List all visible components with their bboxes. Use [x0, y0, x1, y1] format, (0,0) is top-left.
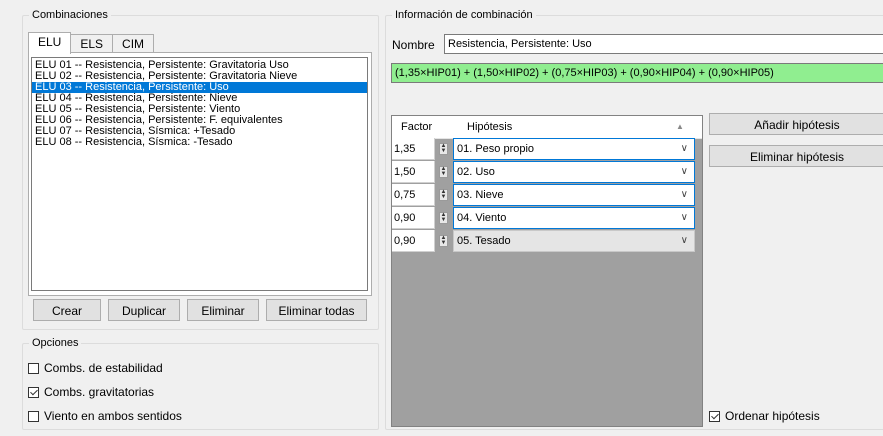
- tab-cim[interactable]: CIM: [112, 34, 155, 54]
- hipotesis-grid: Factor Hipótesis ▲ 1,35 ▲ ▼ 01. Peso prop…: [391, 115, 703, 427]
- factor-cell[interactable]: 1,50: [392, 161, 435, 183]
- chevron-down-icon: ∨: [680, 212, 688, 223]
- tab-els[interactable]: ELS: [70, 34, 114, 54]
- chevron-down-icon: ∨: [680, 166, 688, 177]
- hipotesis-combo[interactable]: 04. Viento ∨: [453, 207, 695, 229]
- info-title: Información de combinación: [392, 8, 536, 22]
- estabilidad-label: Combs. de estabilidad: [44, 361, 163, 375]
- opciones-title: Opciones: [29, 336, 82, 350]
- hipotesis-value: 03. Nieve: [457, 189, 504, 201]
- factor-cell[interactable]: 0,90: [392, 207, 435, 229]
- ordenar-checkbox-row[interactable]: Ordenar hipótesis: [709, 409, 820, 423]
- sort-up-icon[interactable]: ▲: [676, 116, 684, 138]
- list-item[interactable]: ELU 08 -- Resistencia, Sísmica: -Tesado: [32, 137, 367, 148]
- spinner-icon[interactable]: ▲ ▼: [439, 235, 448, 247]
- hipotesis-combo[interactable]: 02. Uso ∨: [453, 161, 695, 183]
- combinaciones-title: Combinaciones: [29, 8, 111, 22]
- viento-checkbox[interactable]: [28, 410, 39, 422]
- grid-row: 0,90 ▲ ▼ 04. Viento ∨: [392, 207, 702, 230]
- gravitatorias-checkbox[interactable]: [28, 386, 39, 398]
- combinaciones-list[interactable]: ELU 01 -- Resistencia, Persistente: Grav…: [31, 57, 368, 291]
- formula-field: (1,35×HIP01) + (1,50×HIP02) + (0,75×HIP0…: [391, 63, 883, 83]
- gravitatorias-label: Combs. gravitatorias: [44, 385, 155, 399]
- tab-elu[interactable]: ELU: [28, 32, 72, 54]
- header-factor: Factor: [401, 121, 433, 133]
- nombre-field[interactable]: Resistencia, Persistente: Uso: [444, 34, 883, 54]
- viento-checkbox-row[interactable]: Viento en ambos sentidos: [28, 409, 182, 423]
- spinner-icon[interactable]: ▲ ▼: [439, 189, 448, 201]
- factor-cell[interactable]: 1,35: [392, 138, 435, 160]
- hipotesis-combo[interactable]: 01. Peso propio ∨: [453, 138, 695, 160]
- gravitatorias-checkbox-row[interactable]: Combs. gravitatorias: [28, 385, 154, 399]
- hipotesis-value: 01. Peso propio: [457, 143, 535, 155]
- ordenar-checkbox[interactable]: [709, 410, 720, 422]
- chevron-down-icon: ∨: [680, 235, 688, 246]
- hipotesis-value: 02. Uso: [457, 166, 495, 178]
- eliminar-button[interactable]: Eliminar: [187, 299, 259, 321]
- factor-cell[interactable]: 0,90: [392, 230, 435, 252]
- combinaciones-tabs: ELU ELS CIM: [28, 32, 155, 54]
- viento-label: Viento en ambos sentidos: [44, 409, 182, 423]
- grid-row: 1,50 ▲ ▼ 02. Uso ∨: [392, 161, 702, 184]
- eliminar-todas-button[interactable]: Eliminar todas: [266, 299, 367, 321]
- grid-row: 0,90 ▲ ▼ 05. Tesado ∨: [392, 230, 702, 253]
- estabilidad-checkbox[interactable]: [28, 362, 39, 374]
- crear-button[interactable]: Crear: [33, 299, 101, 321]
- hipotesis-value: 05. Tesado: [457, 235, 511, 247]
- spinner-icon[interactable]: ▲ ▼: [439, 143, 448, 155]
- hipotesis-value: 04. Viento: [457, 212, 507, 224]
- hipotesis-combo[interactable]: 05. Tesado ∨: [453, 230, 695, 252]
- nombre-label: Nombre: [392, 38, 435, 52]
- hipotesis-combo[interactable]: 03. Nieve ∨: [453, 184, 695, 206]
- spinner-icon[interactable]: ▲ ▼: [439, 212, 448, 224]
- eliminar-hipotesis-button[interactable]: Eliminar hipótesis: [709, 145, 883, 167]
- chevron-down-icon: ∨: [680, 143, 688, 154]
- grid-row: 0,75 ▲ ▼ 03. Nieve ∨: [392, 184, 702, 207]
- header-hipotesis: Hipótesis: [467, 121, 513, 133]
- factor-cell[interactable]: 0,75: [392, 184, 435, 206]
- ordenar-label: Ordenar hipótesis: [725, 409, 820, 423]
- spinner-icon[interactable]: ▲ ▼: [439, 166, 448, 178]
- grid-row: 1,35 ▲ ▼ 01. Peso propio ∨: [392, 138, 702, 161]
- estabilidad-checkbox-row[interactable]: Combs. de estabilidad: [28, 361, 163, 375]
- anadir-hipotesis-button[interactable]: Añadir hipótesis: [709, 113, 883, 135]
- chevron-down-icon: ∨: [680, 189, 688, 200]
- grid-header: Factor Hipótesis ▲: [392, 116, 702, 139]
- duplicar-button[interactable]: Duplicar: [108, 299, 180, 321]
